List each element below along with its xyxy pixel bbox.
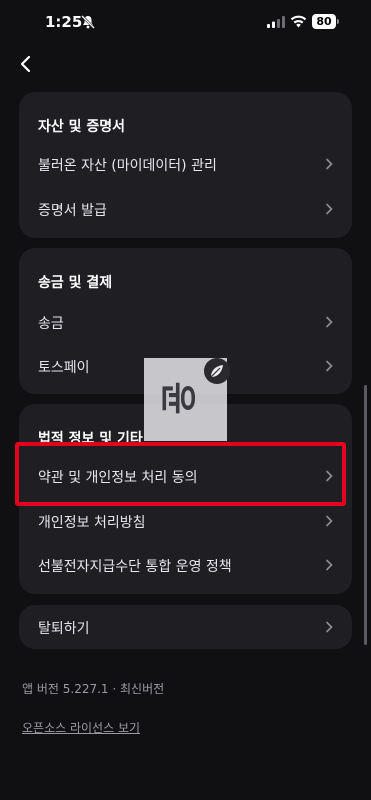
menu-item-label: 개인정보 처리방침 [38,515,146,531]
chevron-right-icon [326,360,333,372]
status-time: 1:25 [45,13,83,31]
menu-item-label: 선불전자지급수단 통합 운영 정책 [38,559,232,575]
back-button[interactable] [12,50,40,78]
assets-section-title: 자산 및 증명서 [38,119,126,135]
highlight-box [15,442,346,506]
menu-item-prepaid-policy[interactable]: 선불전자지급수단 통합 운영 정책 [19,545,352,585]
scrollbar[interactable] [364,385,367,645]
chevron-right-icon [326,316,333,328]
menu-item-label: 증명서 발급 [38,203,107,219]
menu-item-label: 불러온 자산 (마이데이터) 관리 [38,158,217,174]
cellular-signal-icon [267,16,285,28]
open-source-license-link[interactable]: 오픈소스 라이선스 보기 [22,719,140,736]
menu-item-transfer[interactable]: 송금 [19,302,352,342]
menu-item-mydata[interactable]: 불러온 자산 (마이데이터) 관리 [19,144,352,184]
menu-item-privacy-policy[interactable]: 개인정보 처리방침 [19,501,352,541]
menu-item-certificate[interactable]: 증명서 발급 [19,189,352,229]
app-version-text: 앱 버전 5.227.1 · 최신버전 [22,682,165,696]
chevron-right-icon [326,515,333,527]
menu-item-withdraw[interactable]: 탈퇴하기 [19,607,352,647]
withdraw-card[interactable]: 탈퇴하기 [19,605,352,649]
battery-nub [337,19,339,24]
chevron-right-icon [326,203,333,215]
chevron-right-icon [326,559,333,571]
menu-item-label: 토스페이 [38,360,90,376]
status-bar: 1:25 80 [0,0,371,44]
chevron-right-icon [326,621,333,633]
watermark-logo: 윤 [144,358,230,441]
watermark-text: 윤 [156,381,198,415]
wifi-icon [290,15,307,28]
transfer-section-title: 송금 및 결제 [38,275,113,291]
menu-item-label: 송금 [38,316,64,332]
chevron-left-icon [20,55,31,73]
menu-item-label: 탈퇴하기 [38,621,90,637]
chevron-right-icon [326,158,333,170]
battery-indicator: 80 [312,14,336,29]
bell-slash-icon [81,15,95,29]
assets-card: 자산 및 증명서 불러온 자산 (마이데이터) 관리 증명서 발급 [19,92,352,238]
leaf-icon [204,358,230,384]
